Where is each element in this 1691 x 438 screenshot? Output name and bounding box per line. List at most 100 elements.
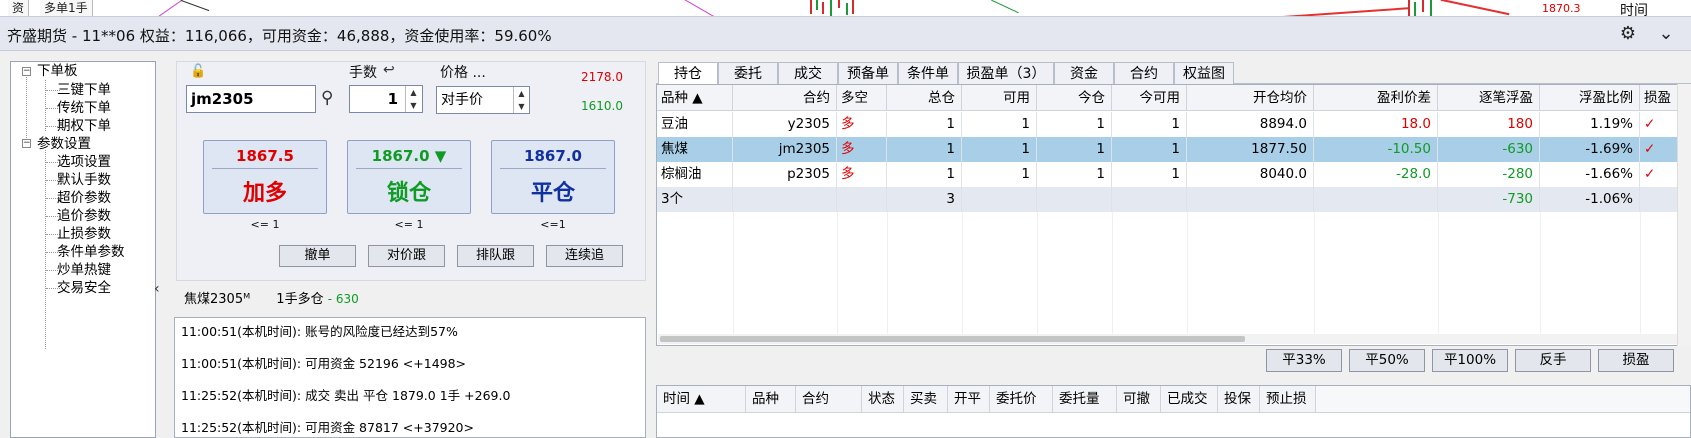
ocol-hedge[interactable]: 投保 <box>1218 386 1260 413</box>
cell-available: 1 <box>962 162 1037 187</box>
tab-orders[interactable]: 委托 <box>718 62 778 84</box>
col-variety[interactable]: 品种 ▲ <box>657 85 733 111</box>
col-today[interactable]: 今仓 <box>1037 85 1112 111</box>
ocol-contract[interactable]: 合约 <box>796 386 862 413</box>
tree-item-default-qty[interactable]: 默认手数 <box>57 171 111 189</box>
chart-candle <box>1430 0 1432 16</box>
grid-line <box>1438 212 1439 334</box>
add-long-button[interactable]: 1867.5 加多 <box>203 140 327 214</box>
col-available[interactable]: 可用 <box>962 85 1037 111</box>
tab-prepared[interactable]: 预备单 <box>838 62 898 84</box>
col-float-pnl[interactable]: 逐笔浮盈 <box>1438 85 1540 111</box>
tree-connector <box>26 77 27 142</box>
tab-stop-profit[interactable]: 损盈单（3） <box>958 62 1054 84</box>
chevron-left-icon[interactable]: ‹ <box>154 281 160 297</box>
ocol-side[interactable]: 买卖 <box>904 386 948 413</box>
tree-item-three-key[interactable]: 三键下单 <box>57 81 111 99</box>
lock-icon[interactable]: 🔓 <box>190 64 206 79</box>
chart-candle <box>1422 0 1424 12</box>
follow-queue-button[interactable]: 排队跟 <box>457 245 534 267</box>
cancel-order-button[interactable]: 撤单 <box>279 245 356 267</box>
col-open-avg[interactable]: 开仓均价 <box>1187 85 1314 111</box>
scrollbar-thumb[interactable] <box>660 336 1245 342</box>
tab-trades[interactable]: 成交 <box>778 62 838 84</box>
tree-item-hotkeys[interactable]: 炒单热键 <box>57 261 111 279</box>
col-today-available[interactable]: 今可用 <box>1112 85 1187 111</box>
qty-stepper[interactable]: ▲ ▼ <box>405 86 421 112</box>
search-icon[interactable]: ⚲ <box>321 88 333 108</box>
ocol-time[interactable]: 时间 ▲ <box>657 386 746 413</box>
checkmark-icon[interactable]: ✓ <box>1640 112 1678 137</box>
col-side[interactable]: 多空 <box>837 85 887 111</box>
top-tab-1[interactable]: 资 <box>8 0 30 16</box>
col-ratio[interactable]: 浮盈比例 <box>1540 85 1640 111</box>
reverse-button[interactable]: 反手 <box>1515 349 1591 372</box>
chart-candle <box>838 0 840 8</box>
tree-item-option[interactable]: 期权下单 <box>57 117 111 135</box>
tree-item-conditional[interactable]: 条件单参数 <box>57 243 125 261</box>
chart-price-label: 1870.3 <box>1542 2 1581 15</box>
top-tab-2[interactable]: 多单1手 <box>40 0 93 16</box>
grid-line <box>962 212 963 334</box>
col-total[interactable]: 总仓 <box>887 85 962 111</box>
tree-collapse-icon[interactable]: − <box>22 139 31 148</box>
lock-position-button[interactable]: 1867.0 ▼ 锁仓 <box>347 140 471 214</box>
symbol-input[interactable]: jm2305 <box>186 85 316 113</box>
checkmark-icon[interactable]: ✓ <box>1640 137 1678 162</box>
tree-item-chase[interactable]: 追价参数 <box>57 207 111 225</box>
cell-today: 1 <box>1037 162 1112 187</box>
message-log: 11:00:51(本机时间): 账号的风险度已经达到57% 11:00:51(本… <box>174 317 646 438</box>
summary-float-pnl: -730 <box>1438 187 1540 212</box>
ocol-pre-stop[interactable]: 预止损 <box>1260 386 1316 413</box>
tab-conditional[interactable]: 条件单 <box>898 62 958 84</box>
close-33-button[interactable]: 平33% <box>1266 349 1342 372</box>
ocol-price[interactable]: 委托价 <box>990 386 1053 413</box>
tab-positions[interactable]: 持仓 <box>658 62 718 85</box>
ocol-variety[interactable]: 品种 <box>746 386 796 413</box>
col-spread[interactable]: 盈利价差 <box>1314 85 1438 111</box>
tab-equity-chart[interactable]: 权益图 <box>1174 62 1234 84</box>
stop-profit-button[interactable]: 损盈 <box>1598 349 1674 372</box>
follow-counter-button[interactable]: 对价跟 <box>368 245 445 267</box>
ocol-qty[interactable]: 委托量 <box>1053 386 1117 413</box>
cell-total: 1 <box>887 162 962 187</box>
tree-item-stoploss[interactable]: 止损参数 <box>57 225 111 243</box>
tree-collapse-icon[interactable]: − <box>22 67 31 76</box>
tab-funds[interactable]: 资金 <box>1054 62 1114 84</box>
settings-tree: − 下单板 三键下单 传统下单 期权下单 − 参数设置 选项设置 默认手数 超价… <box>10 61 156 438</box>
ocol-filled[interactable]: 已成交 <box>1161 386 1218 413</box>
status-pnl: - 630 <box>327 292 359 306</box>
summary-ratio: -1.06% <box>1540 187 1640 212</box>
col-contract[interactable]: 合约 <box>733 85 837 111</box>
reset-qty-icon[interactable]: ↩ <box>383 62 395 78</box>
collapse-down-icon[interactable]: ⌄ <box>1656 24 1676 44</box>
close-position-button[interactable]: 1867.0 平仓 <box>491 140 615 214</box>
table-row-selected[interactable]: 焦煤 jm2305 多 1 1 1 1 1877.50 -10.50 -630 … <box>657 137 1678 162</box>
tree-item-traditional[interactable]: 传统下单 <box>57 99 111 117</box>
tree-item-security[interactable]: 交易安全 <box>57 279 111 297</box>
divider <box>356 168 462 169</box>
add-long-label: 加多 <box>242 181 287 206</box>
gear-icon[interactable]: ⚙ <box>1618 24 1638 44</box>
col-stop[interactable]: 损盈 <box>1640 85 1678 111</box>
tree-group-params[interactable]: 参数设置 <box>37 135 91 153</box>
continuous-chase-button[interactable]: 连续追 <box>546 245 623 267</box>
tree-group-order[interactable]: 下单板 <box>37 62 78 80</box>
close-100-button[interactable]: 平100% <box>1432 349 1508 372</box>
table-row[interactable]: 豆油 y2305 多 1 1 1 1 8894.0 18.0 180 1.19%… <box>657 112 1678 137</box>
table-row[interactable]: 棕榈油 p2305 多 1 1 1 1 8040.0 -28.0 -280 -1… <box>657 162 1678 187</box>
ocol-cancelable[interactable]: 可撤 <box>1117 386 1161 413</box>
tab-contracts[interactable]: 合约 <box>1114 62 1174 84</box>
vertical-scrollbar[interactable] <box>1677 84 1691 346</box>
ocol-status[interactable]: 状态 <box>862 386 904 413</box>
checkmark-icon[interactable]: ✓ <box>1640 162 1678 187</box>
close-50-button[interactable]: 平50% <box>1349 349 1425 372</box>
log-line: 11:25:52(本机时间): 可用资金 87817 <+37920> <box>181 420 474 435</box>
tree-item-over-price[interactable]: 超价参数 <box>57 189 111 207</box>
price-stepper[interactable]: ▲ ▼ <box>513 87 529 113</box>
tree-item-options[interactable]: 选项设置 <box>57 153 111 171</box>
chart-candle <box>822 2 824 14</box>
ocol-open-close[interactable]: 开平 <box>948 386 990 413</box>
summary-blank <box>1187 187 1314 212</box>
grid-line <box>1112 212 1113 334</box>
